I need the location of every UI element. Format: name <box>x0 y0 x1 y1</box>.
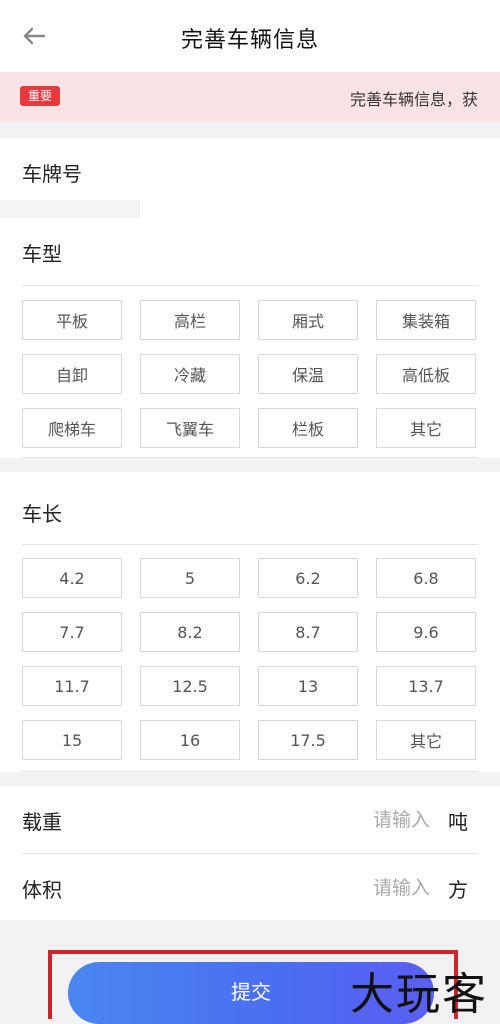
type-option[interactable]: 自卸 <box>22 354 122 394</box>
length-option[interactable]: 12.5 <box>140 666 240 706</box>
load-input[interactable] <box>308 804 432 836</box>
plate-label: 车牌号 <box>22 162 82 186</box>
app-header: 完善车辆信息 <box>0 0 500 72</box>
divider <box>22 544 478 545</box>
length-option[interactable]: 6.8 <box>376 558 476 598</box>
type-option[interactable]: 冷藏 <box>140 354 240 394</box>
volume-input[interactable] <box>308 872 432 904</box>
type-option[interactable]: 平板 <box>22 300 122 340</box>
length-option[interactable]: 11.7 <box>22 666 122 706</box>
vehicle-length-label: 车长 <box>22 502 62 526</box>
type-option[interactable]: 高栏 <box>140 300 240 340</box>
type-option[interactable]: 厢式 <box>258 300 358 340</box>
load-unit: 吨 <box>448 810 468 834</box>
length-option[interactable]: 5 <box>140 558 240 598</box>
page-title: 完善车辆信息 <box>180 28 319 53</box>
plate-input[interactable] <box>0 200 140 218</box>
notice-bar: 完善车辆信息，获 <box>0 72 500 122</box>
length-option[interactable]: 7.7 <box>22 612 122 652</box>
length-option[interactable]: 4.2 <box>22 558 122 598</box>
length-option[interactable]: 17.5 <box>258 720 358 760</box>
length-option[interactable]: 15 <box>22 720 122 760</box>
volume-unit: 方 <box>448 878 468 902</box>
divider <box>22 285 478 286</box>
length-option[interactable]: 8.7 <box>258 612 358 652</box>
vehicle-type-label: 车型 <box>22 242 62 266</box>
plate-and-type-section: 车牌号 车型 平板 高栏 厢式 集装箱 自卸 冷藏 保温 高低板 爬梯车 飞翼车… <box>0 138 500 458</box>
load-row: 载重 吨 <box>0 786 500 854</box>
volume-row: 体积 方 <box>0 854 500 920</box>
length-option[interactable]: 16 <box>140 720 240 760</box>
type-option[interactable]: 爬梯车 <box>22 408 122 448</box>
divider <box>22 457 478 458</box>
vehicle-length-options: 4.2 5 6.2 6.8 7.7 8.2 8.7 9.6 11.7 12.5 … <box>22 558 476 760</box>
vehicle-length-section: 车长 4.2 5 6.2 6.8 7.7 8.2 8.7 9.6 11.7 12… <box>0 472 500 772</box>
load-label: 载重 <box>22 810 62 834</box>
type-option[interactable]: 高低板 <box>376 354 476 394</box>
length-option[interactable]: 9.6 <box>376 612 476 652</box>
length-option[interactable]: 8.2 <box>140 612 240 652</box>
notice-text: 完善车辆信息，获 <box>350 90 479 109</box>
length-option[interactable]: 6.2 <box>258 558 358 598</box>
vehicle-type-options: 平板 高栏 厢式 集装箱 自卸 冷藏 保温 高低板 爬梯车 飞翼车 栏板 其它 <box>22 300 476 448</box>
load-volume-section: 载重 吨 体积 方 <box>0 786 500 920</box>
length-option[interactable]: 其它 <box>376 720 476 760</box>
type-option[interactable]: 集装箱 <box>376 300 476 340</box>
volume-label: 体积 <box>22 878 62 902</box>
type-option[interactable]: 飞翼车 <box>140 408 240 448</box>
type-option[interactable]: 栏板 <box>258 408 358 448</box>
type-option[interactable]: 保温 <box>258 354 358 394</box>
length-option[interactable]: 13 <box>258 666 358 706</box>
divider <box>22 771 478 772</box>
watermark-text: 大玩客 <box>350 969 488 1020</box>
important-badge: 重要 <box>20 86 61 106</box>
length-option[interactable]: 13.7 <box>376 666 476 706</box>
type-option[interactable]: 其它 <box>376 408 476 448</box>
